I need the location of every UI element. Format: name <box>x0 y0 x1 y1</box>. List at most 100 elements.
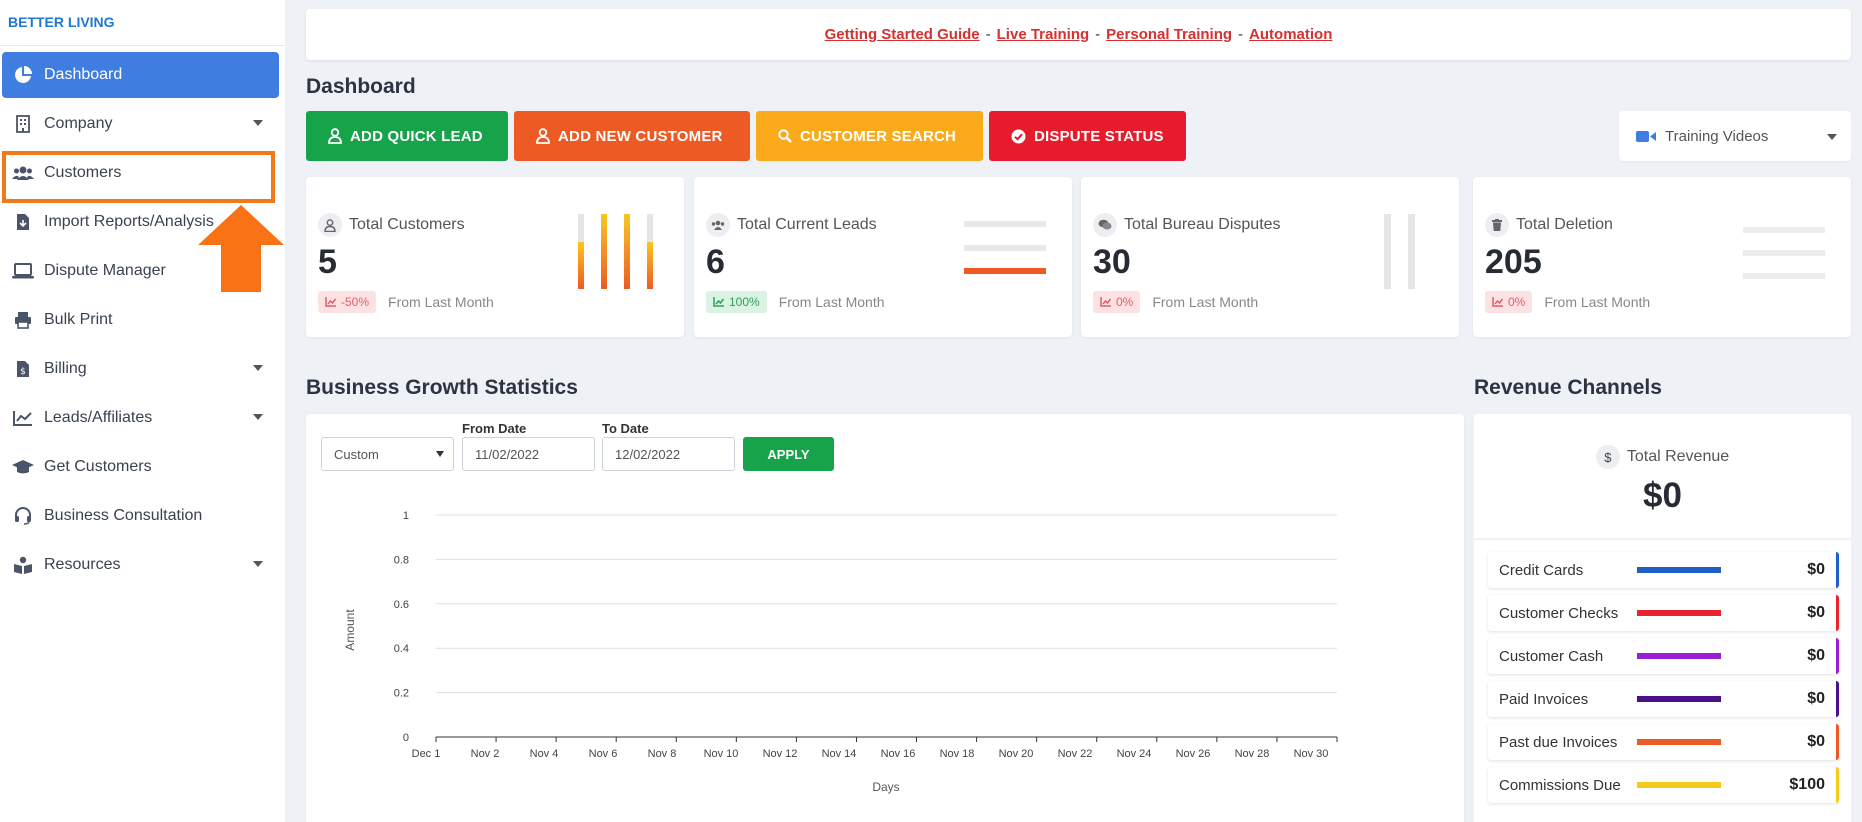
brand-logo-text[interactable]: BETTER LIVING <box>0 0 285 46</box>
training-videos-value: Training Videos <box>1665 127 1769 145</box>
x-axis-label: Days <box>872 780 899 794</box>
stat-label: Total Current Leads <box>737 216 877 233</box>
channel-edge <box>1836 552 1839 588</box>
sidebar-item-bulk-print[interactable]: Bulk Print <box>2 297 281 343</box>
channel-label: Commissions Due <box>1499 776 1621 794</box>
delta-note: From Last Month <box>1544 294 1651 310</box>
x-tick-label: Nov 10 <box>704 748 739 760</box>
x-tick-label: Nov 26 <box>1176 748 1211 760</box>
total-revenue-label: Total Revenue <box>1626 448 1730 465</box>
chevron-down-icon <box>253 414 263 420</box>
channel-label: Past due Invoices <box>1499 733 1618 751</box>
channel-edge <box>1836 724 1839 760</box>
total-revenue-value: $0 <box>1643 476 1682 515</box>
stat-card-total-bureau-disputes[interactable]: Total Bureau Disputes 30 0% From Last Mo… <box>1081 177 1459 337</box>
sidebar-item-leads-affiliates[interactable]: Leads/Affiliates <box>2 395 281 441</box>
sidebar-item-company[interactable]: Company <box>2 101 281 147</box>
channel-amount: $0 <box>1807 604 1825 621</box>
customer-search-button[interactable]: CUSTOMER SEARCH <box>756 111 983 161</box>
top-banner: Getting Started Guide - Live Training - … <box>306 9 1851 60</box>
chevron-down-icon <box>253 120 263 126</box>
revenue-channel-item[interactable]: Past due Invoices $0 <box>1488 724 1839 760</box>
sidebar-item-billing[interactable]: $ Billing <box>2 346 281 392</box>
stat-value: 30 <box>1093 243 1131 281</box>
y-tick-label: 0.4 <box>394 643 409 655</box>
revenue-channel-item[interactable]: Credit Cards $0 <box>1488 552 1839 588</box>
sidebar-item-dashboard[interactable]: Dashboard <box>2 52 279 98</box>
customer-search-label: CUSTOMER SEARCH <box>800 127 957 145</box>
printer-icon <box>12 310 34 330</box>
live-training-link[interactable]: Live Training <box>997 26 1090 43</box>
channel-amount: $0 <box>1807 690 1825 707</box>
personal-training-link[interactable]: Personal Training <box>1106 26 1232 43</box>
x-tick-label: Dec 1 <box>412 748 441 760</box>
channel-amount: $100 <box>1789 776 1825 793</box>
channel-bar <box>1637 567 1721 573</box>
trend-icon <box>1492 297 1504 307</box>
y-tick-label: 0.8 <box>394 554 409 566</box>
sidebar-item-resources[interactable]: Resources <box>2 542 281 588</box>
revenue-channel-item[interactable]: Paid Invoices $0 <box>1488 681 1839 717</box>
y-axis-label: Amount <box>343 609 357 651</box>
y-tick-label: 0.6 <box>394 599 409 611</box>
automation-link[interactable]: Automation <box>1249 26 1332 43</box>
dollar-icon: $ <box>1595 445 1620 469</box>
x-tick-label: Nov 8 <box>648 748 677 760</box>
customers-highlight-box <box>2 151 275 203</box>
stat-card-total-deletion[interactable]: Total Deletion 205 0% From Last Month <box>1473 177 1851 337</box>
revenue-channel-item[interactable]: Commissions Due $100 <box>1488 767 1839 803</box>
sidebar-item-business-consultation[interactable]: Business Consultation <box>2 493 281 539</box>
arrow-up-icon <box>198 205 284 292</box>
video-camera-icon <box>1636 130 1656 143</box>
dispute-status-label: DISPUTE STATUS <box>1034 127 1164 145</box>
add-quick-lead-button[interactable]: ADD QUICK LEAD <box>306 111 508 161</box>
business-growth-title: Business Growth Statistics <box>306 376 578 399</box>
revenue-channel-item[interactable]: Customer Checks $0 <box>1488 595 1839 631</box>
sparkbars-chart <box>578 214 653 289</box>
revenue-channel-item[interactable]: Customer Cash $0 <box>1488 638 1839 674</box>
channel-edge <box>1836 767 1839 803</box>
pie-chart-icon <box>12 65 34 85</box>
channel-bar <box>1637 739 1721 745</box>
sparkbars-chart <box>964 221 1046 274</box>
y-tick-label: 0.2 <box>394 688 409 700</box>
sidebar-item-get-customers[interactable]: Get Customers <box>2 444 281 490</box>
delta-value: 100% <box>729 295 760 309</box>
getting-started-guide-link[interactable]: Getting Started Guide <box>825 26 980 43</box>
stat-card-total-customers[interactable]: Total Customers 5 -50% From Last Month <box>306 177 684 337</box>
stat-card-total-current-leads[interactable]: Total Current Leads 6 100% From Last Mon… <box>694 177 1072 337</box>
user-outline-icon <box>328 128 342 144</box>
training-videos-select[interactable]: Training Videos <box>1619 111 1851 161</box>
x-tick-label: Nov 6 <box>589 748 618 760</box>
dispute-status-button[interactable]: DISPUTE STATUS <box>989 111 1186 161</box>
sidebar-item-label: Dashboard <box>44 66 123 83</box>
page-title: Dashboard <box>306 75 416 98</box>
banner-separator: - <box>1095 26 1101 43</box>
delta-note: From Last Month <box>778 294 885 310</box>
sparkbars-chart <box>1384 214 1415 289</box>
invoice-icon: $ <box>12 359 34 379</box>
delta-value: -50% <box>341 295 370 309</box>
user-outline-icon <box>536 128 550 144</box>
trash-icon <box>1485 213 1509 237</box>
channel-amount: $0 <box>1807 647 1825 664</box>
channel-label: Credit Cards <box>1499 561 1584 579</box>
add-new-customer-button[interactable]: ADD NEW CUSTOMER <box>514 111 750 161</box>
stat-label: Total Customers <box>349 216 465 233</box>
revenue-channels-title: Revenue Channels <box>1474 376 1662 399</box>
sidebar-item-label: Get Customers <box>44 458 152 475</box>
headset-icon <box>12 506 34 526</box>
stat-label: Total Bureau Disputes <box>1124 216 1281 233</box>
x-tick-label: Nov 12 <box>763 748 798 760</box>
x-tick-label: Nov 20 <box>999 748 1034 760</box>
stat-value: 6 <box>706 243 725 281</box>
graduation-cap-icon <box>12 457 34 477</box>
users-icon <box>706 213 730 237</box>
sidebar-item-label: Business Consultation <box>44 507 203 524</box>
x-tick-label: Nov 14 <box>822 748 857 760</box>
svg-text:$: $ <box>20 367 26 377</box>
channel-bar <box>1637 653 1721 659</box>
sidebar-item-label: Billing <box>44 360 87 377</box>
add-new-customer-label: ADD NEW CUSTOMER <box>558 127 723 145</box>
building-icon <box>12 114 34 134</box>
